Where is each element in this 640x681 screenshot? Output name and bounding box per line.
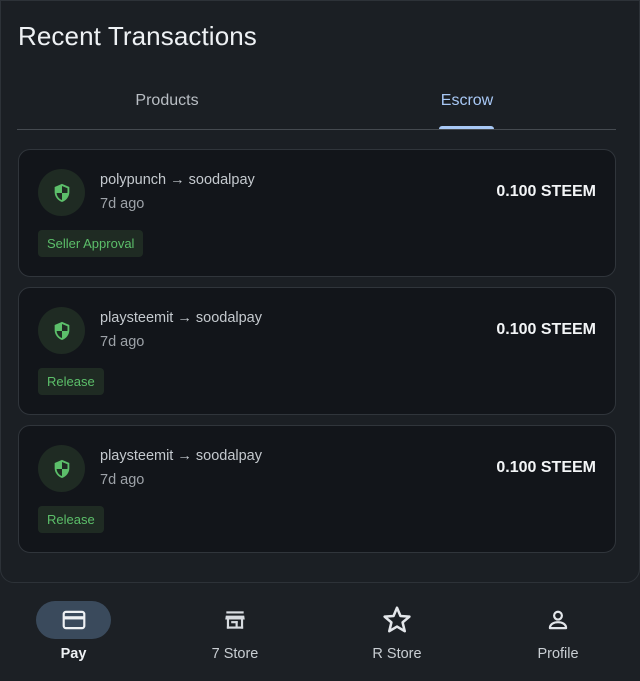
- nav-label-7-store: 7 Store: [211, 646, 259, 662]
- credit-card-icon: [62, 610, 85, 630]
- transaction-card[interactable]: polypunch → soodalpay 7d ago 0.100 STEEM…: [18, 149, 616, 277]
- status-badge: Release: [38, 368, 104, 395]
- transaction-amount: 0.100 STEEM: [496, 321, 596, 338]
- transaction-time: 7d ago: [100, 334, 145, 350]
- storefront-icon: [224, 611, 245, 629]
- transaction-parties: playsteemit → soodalpay: [100, 448, 262, 464]
- shield-icon: [38, 307, 85, 354]
- tab-products[interactable]: Products: [17, 81, 317, 129]
- person-icon: [548, 610, 567, 630]
- transaction-time: 7d ago: [100, 196, 145, 212]
- nav-item-pay[interactable]: Pay: [0, 586, 160, 681]
- bottom-navigation: Pay 7 Store R Store Profile: [0, 586, 640, 681]
- status-badge: Release: [38, 506, 104, 533]
- transaction-parties: playsteemit → soodalpay: [100, 310, 262, 326]
- transaction-time: 7d ago: [100, 472, 145, 488]
- shield-icon: [38, 169, 85, 216]
- nav-item-7-store[interactable]: 7 Store: [155, 586, 315, 681]
- shield-icon: [38, 445, 85, 492]
- transactions-panel: Recent Transactions Products Escrow poly…: [0, 0, 640, 583]
- nav-item-r-store[interactable]: R Store: [317, 586, 477, 681]
- status-badge: Seller Approval: [38, 230, 144, 257]
- nav-item-profile[interactable]: Profile: [478, 586, 638, 681]
- transaction-parties: polypunch → soodalpay: [100, 172, 255, 188]
- nav-label-r-store: R Store: [372, 646, 422, 662]
- nav-label-profile: Profile: [537, 646, 579, 662]
- active-tab-indicator: [439, 126, 494, 129]
- transaction-card[interactable]: playsteemit → soodalpay 7d ago 0.100 STE…: [18, 287, 616, 415]
- nav-active-indicator: [36, 601, 111, 639]
- star-icon: [382, 606, 411, 633]
- transaction-amount: 0.100 STEEM: [496, 459, 596, 476]
- tab-bar: Products Escrow: [17, 81, 616, 130]
- tab-escrow[interactable]: Escrow: [317, 81, 617, 129]
- page-title: Recent Transactions: [18, 21, 257, 51]
- nav-label-pay: Pay: [60, 646, 87, 662]
- transaction-card[interactable]: playsteemit → soodalpay 7d ago 0.100 STE…: [18, 425, 616, 553]
- transaction-amount: 0.100 STEEM: [496, 183, 596, 200]
